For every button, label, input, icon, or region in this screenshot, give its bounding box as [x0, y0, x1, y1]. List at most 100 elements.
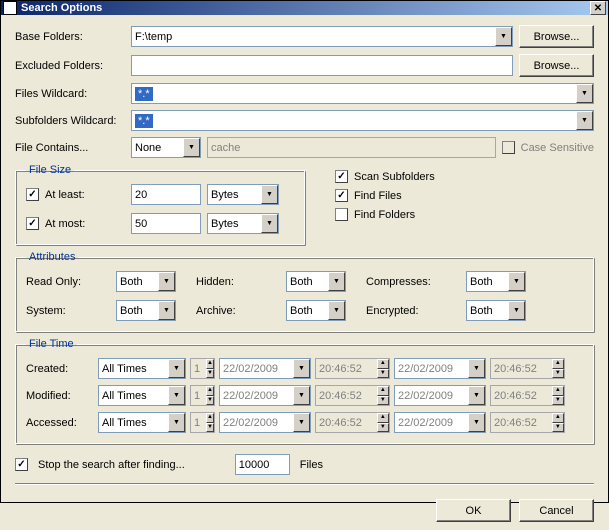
- stop-after-value[interactable]: [235, 454, 290, 475]
- chevron-down-icon[interactable]: [168, 386, 185, 405]
- label-modified: Modified:: [26, 390, 94, 402]
- created-time2: ▲▼: [490, 358, 565, 379]
- created-time1: ▲▼: [315, 358, 390, 379]
- label-encrypted: Encrypted:: [366, 305, 456, 317]
- chevron-down-icon[interactable]: [158, 272, 175, 291]
- hidden-combo[interactable]: Both: [286, 271, 346, 292]
- created-mode-combo[interactable]: All Times: [98, 358, 186, 379]
- encrypted-combo[interactable]: Both: [466, 300, 526, 321]
- chevron-down-icon[interactable]: [508, 272, 525, 291]
- scan-options: Scan Subfolders Find Files Find Folders: [335, 164, 435, 221]
- accessed-date1: 22/02/2009: [219, 412, 311, 433]
- chevron-down-icon[interactable]: [261, 214, 278, 233]
- excluded-folders-input[interactable]: [131, 55, 513, 76]
- label-case-sensitive: Case Sensitive: [521, 142, 594, 154]
- chevron-down-icon[interactable]: [328, 301, 345, 320]
- atleast-unit-combo[interactable]: Bytes: [207, 184, 279, 205]
- find-folders-checkbox[interactable]: [335, 208, 348, 221]
- subfolders-wildcard-combo[interactable]: *.*: [131, 110, 594, 131]
- files-wildcard-combo[interactable]: *.*: [131, 83, 594, 104]
- chevron-down-icon[interactable]: [168, 413, 185, 432]
- browse-base-button[interactable]: Browse...: [519, 25, 594, 48]
- accessed-time1: ▲▼: [315, 412, 390, 433]
- ft-created-row: Created: All Times ▲▼ 22/02/2009 ▲▼ 22/0…: [26, 358, 583, 379]
- row-base-folders: Base Folders: F:\temp Browse...: [15, 25, 594, 48]
- attributes-group: Attributes Read Only: Both Hidden: Both …: [15, 251, 594, 332]
- window-title: Search Options: [21, 2, 590, 14]
- ft-accessed-row: Accessed: All Times ▲▼ 22/02/2009 ▲▼ 22/…: [26, 412, 583, 433]
- chevron-down-icon: [468, 413, 485, 432]
- row-excluded-folders: Excluded Folders: Browse...: [15, 54, 594, 77]
- modified-n-spinner: ▲▼: [190, 385, 215, 406]
- readonly-combo[interactable]: Both: [116, 271, 176, 292]
- compresses-combo[interactable]: Both: [466, 271, 526, 292]
- modified-date2: 22/02/2009: [394, 385, 486, 406]
- opt-find-folders[interactable]: Find Folders: [335, 208, 435, 221]
- modified-date1: 22/02/2009: [219, 385, 311, 406]
- opt-scan-subfolders[interactable]: Scan Subfolders: [335, 170, 435, 183]
- label-file-contains: File Contains...: [15, 142, 125, 154]
- label-created: Created:: [26, 363, 94, 375]
- chevron-down-icon[interactable]: [576, 111, 593, 130]
- chevron-down-icon: [293, 386, 310, 405]
- filesize-group: File Size At least: Bytes At most: Byte: [15, 164, 305, 245]
- scan-subfolders-checkbox[interactable]: [335, 170, 348, 183]
- chevron-down-icon[interactable]: [168, 359, 185, 378]
- label-accessed: Accessed:: [26, 417, 94, 429]
- label-hidden: Hidden:: [196, 276, 276, 288]
- file-contains-mode-combo[interactable]: None: [131, 137, 201, 158]
- label-files-wildcard: Files Wildcard:: [15, 88, 125, 100]
- accessed-n-spinner: ▲▼: [190, 412, 215, 433]
- chevron-down-icon[interactable]: [508, 301, 525, 320]
- archive-combo[interactable]: Both: [286, 300, 346, 321]
- label-system: System:: [26, 305, 106, 317]
- label-readonly: Read Only:: [26, 276, 106, 288]
- label-stop-unit: Files: [300, 459, 323, 471]
- chevron-down-icon[interactable]: [576, 84, 593, 103]
- attributes-grid: Read Only: Both Hidden: Both Compresses:…: [26, 271, 583, 321]
- atleast-checkbox[interactable]: [26, 188, 39, 201]
- filetime-legend: File Time: [26, 338, 77, 350]
- titlebar[interactable]: Search Options ✕: [1, 1, 608, 15]
- atmost-unit-combo[interactable]: Bytes: [207, 213, 279, 234]
- button-bar: OK Cancel: [15, 499, 594, 522]
- atmost-checkbox[interactable]: [26, 217, 39, 230]
- label-stop-after: Stop the search after finding...: [38, 459, 185, 471]
- modified-time1: ▲▼: [315, 385, 390, 406]
- close-button[interactable]: ✕: [590, 1, 606, 15]
- atmost-value[interactable]: [131, 213, 201, 234]
- row-subfolders-wildcard: Subfolders Wildcard: *.*: [15, 110, 594, 131]
- chevron-down-icon: [293, 359, 310, 378]
- filesize-and-options: File Size At least: Bytes At most: Byte: [15, 164, 594, 245]
- cancel-button[interactable]: Cancel: [519, 499, 594, 522]
- chevron-down-icon[interactable]: [328, 272, 345, 291]
- base-folders-combo[interactable]: F:\temp: [131, 26, 513, 47]
- label-atmost: At most:: [45, 218, 125, 230]
- chevron-down-icon[interactable]: [495, 27, 512, 46]
- accessed-mode-combo[interactable]: All Times: [98, 412, 186, 433]
- chevron-down-icon[interactable]: [158, 301, 175, 320]
- row-file-contains: File Contains... None Case Sensitive: [15, 137, 594, 158]
- system-combo[interactable]: Both: [116, 300, 176, 321]
- modified-mode-combo[interactable]: All Times: [98, 385, 186, 406]
- created-date2: 22/02/2009: [394, 358, 486, 379]
- label-compresses: Compresses:: [366, 276, 456, 288]
- filetime-group: File Time Created: All Times ▲▼ 22/02/20…: [15, 338, 594, 444]
- opt-find-files[interactable]: Find Files: [335, 189, 435, 202]
- label-excluded-folders: Excluded Folders:: [15, 60, 125, 72]
- chevron-down-icon[interactable]: [261, 185, 278, 204]
- chevron-down-icon: [468, 386, 485, 405]
- case-sensitive-option: Case Sensitive: [502, 141, 594, 154]
- chevron-down-icon: [468, 359, 485, 378]
- stop-after-row: Stop the search after finding... Files: [15, 454, 594, 475]
- browse-excluded-button[interactable]: Browse...: [519, 54, 594, 77]
- row-files-wildcard: Files Wildcard: *.*: [15, 83, 594, 104]
- label-subfolders-wildcard: Subfolders Wildcard:: [15, 115, 125, 127]
- chevron-down-icon[interactable]: [183, 138, 200, 157]
- atleast-value[interactable]: [131, 184, 201, 205]
- find-files-checkbox[interactable]: [335, 189, 348, 202]
- ok-button[interactable]: OK: [436, 499, 511, 522]
- ft-modified-row: Modified: All Times ▲▼ 22/02/2009 ▲▼ 22/…: [26, 385, 583, 406]
- row-atleast: At least: Bytes: [26, 184, 294, 205]
- stop-after-checkbox[interactable]: [15, 458, 28, 471]
